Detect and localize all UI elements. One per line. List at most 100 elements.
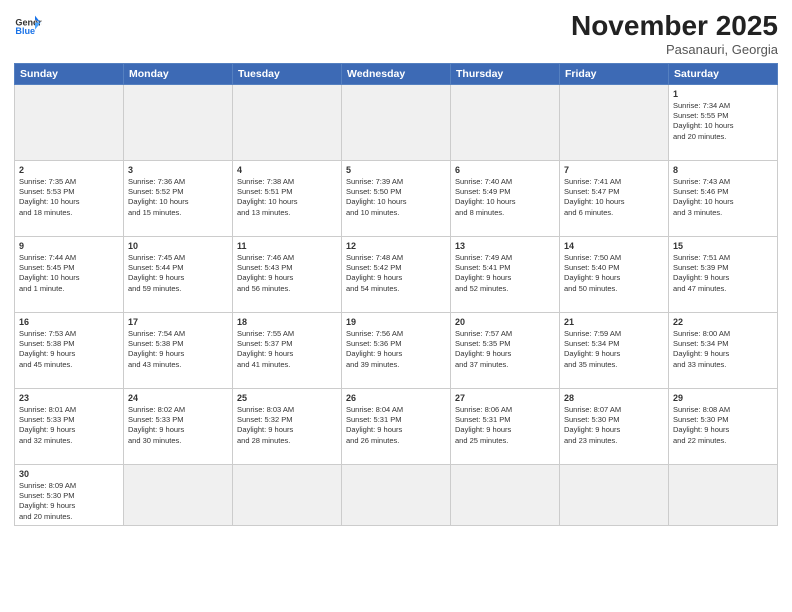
day-number: 6 — [455, 164, 555, 176]
day-number: 24 — [128, 392, 228, 404]
day-info: Sunrise: 7:44 AM Sunset: 5:45 PM Dayligh… — [19, 253, 119, 294]
day-number: 10 — [128, 240, 228, 252]
calendar-day-cell — [560, 465, 669, 526]
header: General Blue November 2025 Pasanauri, Ge… — [14, 10, 778, 57]
day-number: 23 — [19, 392, 119, 404]
calendar-day-cell — [124, 85, 233, 161]
calendar-day-cell: 28Sunrise: 8:07 AM Sunset: 5:30 PM Dayli… — [560, 389, 669, 465]
calendar-day-cell: 26Sunrise: 8:04 AM Sunset: 5:31 PM Dayli… — [342, 389, 451, 465]
day-info: Sunrise: 7:39 AM Sunset: 5:50 PM Dayligh… — [346, 177, 446, 218]
calendar-day-cell — [451, 85, 560, 161]
day-info: Sunrise: 8:03 AM Sunset: 5:32 PM Dayligh… — [237, 405, 337, 446]
calendar-day-cell: 8Sunrise: 7:43 AM Sunset: 5:46 PM Daylig… — [669, 161, 778, 237]
day-info: Sunrise: 7:53 AM Sunset: 5:38 PM Dayligh… — [19, 329, 119, 370]
week-row-6: 30Sunrise: 8:09 AM Sunset: 5:30 PM Dayli… — [15, 465, 778, 526]
day-number: 25 — [237, 392, 337, 404]
day-number: 29 — [673, 392, 773, 404]
day-number: 14 — [564, 240, 664, 252]
day-info: Sunrise: 7:51 AM Sunset: 5:39 PM Dayligh… — [673, 253, 773, 294]
week-row-1: 1Sunrise: 7:34 AM Sunset: 5:55 PM Daylig… — [15, 85, 778, 161]
calendar-day-cell — [124, 465, 233, 526]
day-number: 12 — [346, 240, 446, 252]
calendar-day-cell: 10Sunrise: 7:45 AM Sunset: 5:44 PM Dayli… — [124, 237, 233, 313]
day-number: 4 — [237, 164, 337, 176]
calendar-day-cell: 23Sunrise: 8:01 AM Sunset: 5:33 PM Dayli… — [15, 389, 124, 465]
day-info: Sunrise: 8:04 AM Sunset: 5:31 PM Dayligh… — [346, 405, 446, 446]
calendar-day-cell: 22Sunrise: 8:00 AM Sunset: 5:34 PM Dayli… — [669, 313, 778, 389]
day-info: Sunrise: 7:54 AM Sunset: 5:38 PM Dayligh… — [128, 329, 228, 370]
page-title: November 2025 — [571, 10, 778, 42]
logo-icon: General Blue — [14, 10, 42, 38]
day-info: Sunrise: 7:48 AM Sunset: 5:42 PM Dayligh… — [346, 253, 446, 294]
calendar-day-cell: 15Sunrise: 7:51 AM Sunset: 5:39 PM Dayli… — [669, 237, 778, 313]
day-number: 1 — [673, 88, 773, 100]
day-info: Sunrise: 7:34 AM Sunset: 5:55 PM Dayligh… — [673, 101, 773, 142]
calendar-day-cell — [342, 85, 451, 161]
day-info: Sunrise: 7:49 AM Sunset: 5:41 PM Dayligh… — [455, 253, 555, 294]
day-number: 11 — [237, 240, 337, 252]
calendar-day-cell: 20Sunrise: 7:57 AM Sunset: 5:35 PM Dayli… — [451, 313, 560, 389]
calendar-day-cell: 21Sunrise: 7:59 AM Sunset: 5:34 PM Dayli… — [560, 313, 669, 389]
week-row-2: 2Sunrise: 7:35 AM Sunset: 5:53 PM Daylig… — [15, 161, 778, 237]
calendar-day-cell: 1Sunrise: 7:34 AM Sunset: 5:55 PM Daylig… — [669, 85, 778, 161]
calendar-day-cell — [233, 465, 342, 526]
calendar-day-cell: 12Sunrise: 7:48 AM Sunset: 5:42 PM Dayli… — [342, 237, 451, 313]
day-number: 27 — [455, 392, 555, 404]
header-saturday: Saturday — [669, 64, 778, 85]
day-info: Sunrise: 7:40 AM Sunset: 5:49 PM Dayligh… — [455, 177, 555, 218]
calendar-day-cell — [669, 465, 778, 526]
day-number: 17 — [128, 316, 228, 328]
day-info: Sunrise: 7:35 AM Sunset: 5:53 PM Dayligh… — [19, 177, 119, 218]
calendar-day-cell — [560, 85, 669, 161]
day-info: Sunrise: 7:41 AM Sunset: 5:47 PM Dayligh… — [564, 177, 664, 218]
header-thursday: Thursday — [451, 64, 560, 85]
day-info: Sunrise: 8:06 AM Sunset: 5:31 PM Dayligh… — [455, 405, 555, 446]
header-monday: Monday — [124, 64, 233, 85]
day-number: 7 — [564, 164, 664, 176]
calendar-day-cell: 5Sunrise: 7:39 AM Sunset: 5:50 PM Daylig… — [342, 161, 451, 237]
title-block: November 2025 Pasanauri, Georgia — [571, 10, 778, 57]
day-info: Sunrise: 7:43 AM Sunset: 5:46 PM Dayligh… — [673, 177, 773, 218]
calendar-day-cell: 11Sunrise: 7:46 AM Sunset: 5:43 PM Dayli… — [233, 237, 342, 313]
calendar-day-cell: 24Sunrise: 8:02 AM Sunset: 5:33 PM Dayli… — [124, 389, 233, 465]
header-sunday: Sunday — [15, 64, 124, 85]
day-info: Sunrise: 7:46 AM Sunset: 5:43 PM Dayligh… — [237, 253, 337, 294]
calendar-day-cell: 14Sunrise: 7:50 AM Sunset: 5:40 PM Dayli… — [560, 237, 669, 313]
day-number: 13 — [455, 240, 555, 252]
calendar-day-cell: 2Sunrise: 7:35 AM Sunset: 5:53 PM Daylig… — [15, 161, 124, 237]
day-number: 28 — [564, 392, 664, 404]
week-row-3: 9Sunrise: 7:44 AM Sunset: 5:45 PM Daylig… — [15, 237, 778, 313]
day-info: Sunrise: 7:36 AM Sunset: 5:52 PM Dayligh… — [128, 177, 228, 218]
page-subtitle: Pasanauri, Georgia — [571, 42, 778, 57]
svg-text:Blue: Blue — [15, 26, 35, 36]
calendar-day-cell — [233, 85, 342, 161]
day-info: Sunrise: 7:59 AM Sunset: 5:34 PM Dayligh… — [564, 329, 664, 370]
calendar-day-cell: 4Sunrise: 7:38 AM Sunset: 5:51 PM Daylig… — [233, 161, 342, 237]
header-tuesday: Tuesday — [233, 64, 342, 85]
calendar-day-cell: 6Sunrise: 7:40 AM Sunset: 5:49 PM Daylig… — [451, 161, 560, 237]
day-info: Sunrise: 7:45 AM Sunset: 5:44 PM Dayligh… — [128, 253, 228, 294]
calendar-day-cell: 25Sunrise: 8:03 AM Sunset: 5:32 PM Dayli… — [233, 389, 342, 465]
calendar-day-cell — [15, 85, 124, 161]
page: General Blue November 2025 Pasanauri, Ge… — [0, 0, 792, 612]
header-wednesday: Wednesday — [342, 64, 451, 85]
calendar-day-cell: 13Sunrise: 7:49 AM Sunset: 5:41 PM Dayli… — [451, 237, 560, 313]
calendar-day-cell: 17Sunrise: 7:54 AM Sunset: 5:38 PM Dayli… — [124, 313, 233, 389]
logo: General Blue — [14, 10, 42, 38]
calendar-day-cell: 19Sunrise: 7:56 AM Sunset: 5:36 PM Dayli… — [342, 313, 451, 389]
calendar-day-cell — [451, 465, 560, 526]
day-number: 2 — [19, 164, 119, 176]
calendar-day-cell: 7Sunrise: 7:41 AM Sunset: 5:47 PM Daylig… — [560, 161, 669, 237]
calendar-day-cell: 29Sunrise: 8:08 AM Sunset: 5:30 PM Dayli… — [669, 389, 778, 465]
day-number: 8 — [673, 164, 773, 176]
day-number: 30 — [19, 468, 119, 480]
calendar-day-cell: 16Sunrise: 7:53 AM Sunset: 5:38 PM Dayli… — [15, 313, 124, 389]
day-info: Sunrise: 7:38 AM Sunset: 5:51 PM Dayligh… — [237, 177, 337, 218]
day-info: Sunrise: 7:55 AM Sunset: 5:37 PM Dayligh… — [237, 329, 337, 370]
day-info: Sunrise: 8:02 AM Sunset: 5:33 PM Dayligh… — [128, 405, 228, 446]
day-number: 3 — [128, 164, 228, 176]
day-number: 20 — [455, 316, 555, 328]
day-info: Sunrise: 8:00 AM Sunset: 5:34 PM Dayligh… — [673, 329, 773, 370]
day-info: Sunrise: 7:56 AM Sunset: 5:36 PM Dayligh… — [346, 329, 446, 370]
header-friday: Friday — [560, 64, 669, 85]
